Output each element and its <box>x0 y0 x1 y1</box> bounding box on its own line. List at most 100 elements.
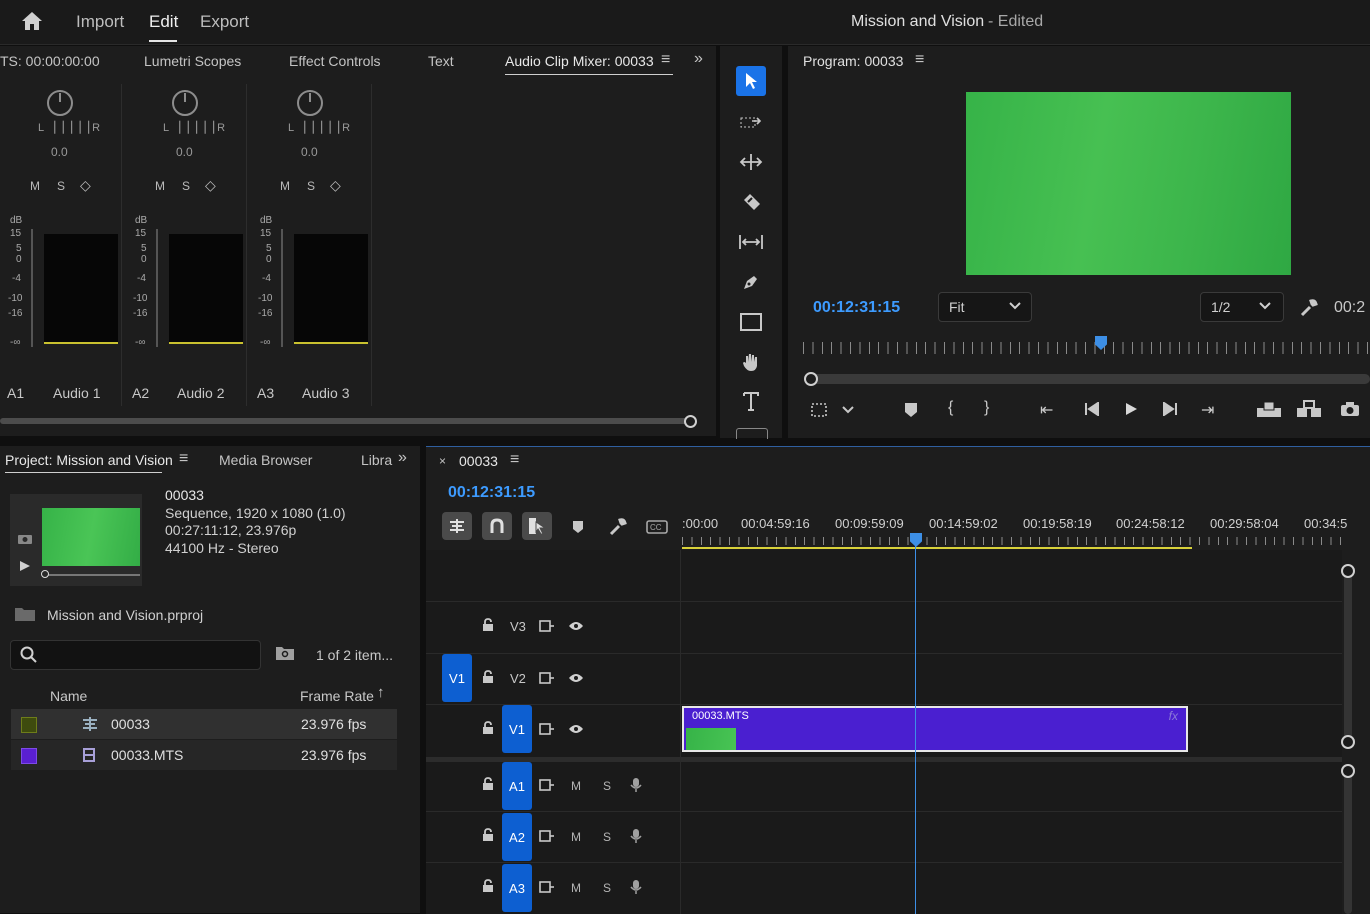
selection-tool-icon[interactable] <box>736 66 766 96</box>
go-to-out-icon[interactable]: ⇥ <box>1201 400 1214 420</box>
type-tool-icon[interactable] <box>736 387 766 417</box>
table-row[interactable]: 00033 23.976 fps <box>11 709 397 739</box>
extract-icon[interactable] <box>1296 400 1322 418</box>
microphone-icon[interactable] <box>630 828 642 844</box>
lock-icon[interactable] <box>482 777 494 791</box>
import-tab[interactable]: Import <box>76 12 124 32</box>
mute-track-button[interactable]: M <box>571 881 581 895</box>
solo-button[interactable]: S <box>182 179 190 193</box>
more-tabs-icon[interactable]: » <box>694 50 703 68</box>
export-frame-camera-icon[interactable] <box>1340 401 1360 417</box>
track-target-a2[interactable]: A2 <box>502 813 532 861</box>
sync-lock-icon[interactable] <box>539 620 555 632</box>
track-target-a1[interactable]: A1 <box>502 762 532 810</box>
wrench-icon[interactable] <box>608 517 628 537</box>
keyframe-button[interactable]: ◇ <box>80 177 91 194</box>
play-icon[interactable] <box>19 560 31 572</box>
captions-icon[interactable]: CC <box>646 520 668 534</box>
razor-tool-icon[interactable] <box>736 187 766 217</box>
tab-project[interactable]: Project: Mission and Vision <box>5 452 173 468</box>
solo-track-button[interactable]: S <box>603 830 611 844</box>
more-tabs-icon[interactable]: » <box>398 449 407 467</box>
mark-in-icon[interactable]: { <box>948 399 953 417</box>
panel-menu-icon[interactable]: ≡ <box>915 51 924 69</box>
work-area-bar[interactable] <box>682 547 1192 549</box>
audio-tracks-scrollbar[interactable] <box>1344 768 1352 914</box>
pan-knob[interactable] <box>47 90 73 116</box>
tab-lumetri-scopes[interactable]: Lumetri Scopes <box>144 53 241 69</box>
pan-value[interactable]: 0.0 <box>301 145 318 159</box>
go-to-in-icon[interactable]: ⇤ <box>1040 400 1053 420</box>
mute-button[interactable]: M <box>155 179 165 193</box>
label-color-swatch[interactable] <box>21 748 37 764</box>
mixer-horizontal-scrollbar[interactable] <box>0 418 692 424</box>
add-marker-icon[interactable] <box>904 402 918 418</box>
program-time-ruler[interactable] <box>803 342 1370 354</box>
camera-icon[interactable] <box>17 532 33 545</box>
sync-lock-icon[interactable] <box>539 881 555 893</box>
lift-icon[interactable] <box>1256 400 1282 418</box>
column-header-name[interactable]: Name <box>50 688 87 704</box>
close-tab-icon[interactable]: × <box>439 454 446 468</box>
column-header-frame-rate[interactable]: Frame Rate <box>300 688 374 704</box>
pan-knob[interactable] <box>297 90 323 116</box>
zoom-fit-dropdown[interactable]: Fit <box>938 292 1032 322</box>
edit-tab[interactable]: Edit <box>149 12 178 32</box>
panel-menu-icon[interactable]: ≡ <box>179 450 188 468</box>
mark-out-icon[interactable]: } <box>984 399 989 417</box>
pan-knob[interactable] <box>172 90 198 116</box>
eye-icon[interactable] <box>568 621 584 631</box>
tab-sequence[interactable]: 00033 <box>459 453 498 469</box>
ripple-edit-tool-icon[interactable] <box>736 147 766 177</box>
tab-audio-clip-mixer[interactable]: Audio Clip Mixer: 00033 <box>505 53 654 69</box>
hand-tool-icon[interactable] <box>736 347 766 377</box>
pan-value[interactable]: 0.0 <box>51 145 68 159</box>
solo-track-button[interactable]: S <box>603 881 611 895</box>
eye-icon[interactable] <box>568 724 584 734</box>
tab-effect-controls[interactable]: Effect Controls <box>289 53 381 69</box>
track-target-a3[interactable]: A3 <box>502 864 532 912</box>
mute-track-button[interactable]: M <box>571 779 581 793</box>
pan-value[interactable]: 0.0 <box>176 145 193 159</box>
preview-scrubber-handle[interactable] <box>41 570 49 578</box>
lock-icon[interactable] <box>482 879 494 893</box>
eye-icon[interactable] <box>568 673 584 683</box>
scrollbar-handle[interactable] <box>684 415 697 428</box>
solo-button[interactable]: S <box>57 179 65 193</box>
sync-lock-icon[interactable] <box>539 672 555 684</box>
lock-icon[interactable] <box>482 670 494 684</box>
zoom-scrollbar[interactable] <box>810 374 1370 384</box>
rectangle-tool-icon[interactable] <box>736 307 766 337</box>
timeline-timecode[interactable]: 00:12:31:15 <box>448 484 535 502</box>
wrench-icon[interactable] <box>1299 298 1319 318</box>
timeline-time-ruler[interactable]: :00:00 00:04:59:16 00:09:59:09 00:14:59:… <box>682 502 1347 550</box>
slip-tool-icon[interactable] <box>736 227 766 257</box>
solo-track-button[interactable]: S <box>603 779 611 793</box>
add-marker-icon[interactable] <box>572 520 584 534</box>
tab-libraries[interactable]: Libra <box>361 452 392 468</box>
mute-track-button[interactable]: M <box>571 830 581 844</box>
source-patch-v1[interactable]: V1 <box>442 654 472 702</box>
microphone-icon[interactable] <box>630 777 642 793</box>
label-color-swatch[interactable] <box>21 717 37 733</box>
scrollbar-handle[interactable] <box>1341 564 1355 578</box>
linked-selection-button[interactable] <box>522 512 552 540</box>
nest-insert-button[interactable] <box>442 512 472 540</box>
track-target-v1[interactable]: V1 <box>502 705 532 753</box>
panel-menu-icon[interactable]: ≡ <box>510 451 519 469</box>
pen-tool-icon[interactable] <box>736 267 766 297</box>
more-tools-icon[interactable] <box>736 428 768 439</box>
tab-media-browser[interactable]: Media Browser <box>219 452 312 468</box>
preview-scrubber[interactable] <box>42 574 140 576</box>
scrollbar-handle[interactable] <box>1341 735 1355 749</box>
lock-icon[interactable] <box>482 618 494 632</box>
sort-ascending-icon[interactable]: ↑ <box>377 684 385 701</box>
mute-button[interactable]: M <box>280 179 290 193</box>
solo-button[interactable]: S <box>307 179 315 193</box>
keyframe-button[interactable]: ◇ <box>205 177 216 194</box>
clip-fx-badge[interactable]: fx <box>1169 709 1178 723</box>
play-icon[interactable] <box>1124 402 1138 416</box>
snap-button[interactable] <box>482 512 512 540</box>
step-forward-icon[interactable] <box>1162 402 1178 416</box>
zoom-scrollbar-handle[interactable] <box>804 372 818 386</box>
